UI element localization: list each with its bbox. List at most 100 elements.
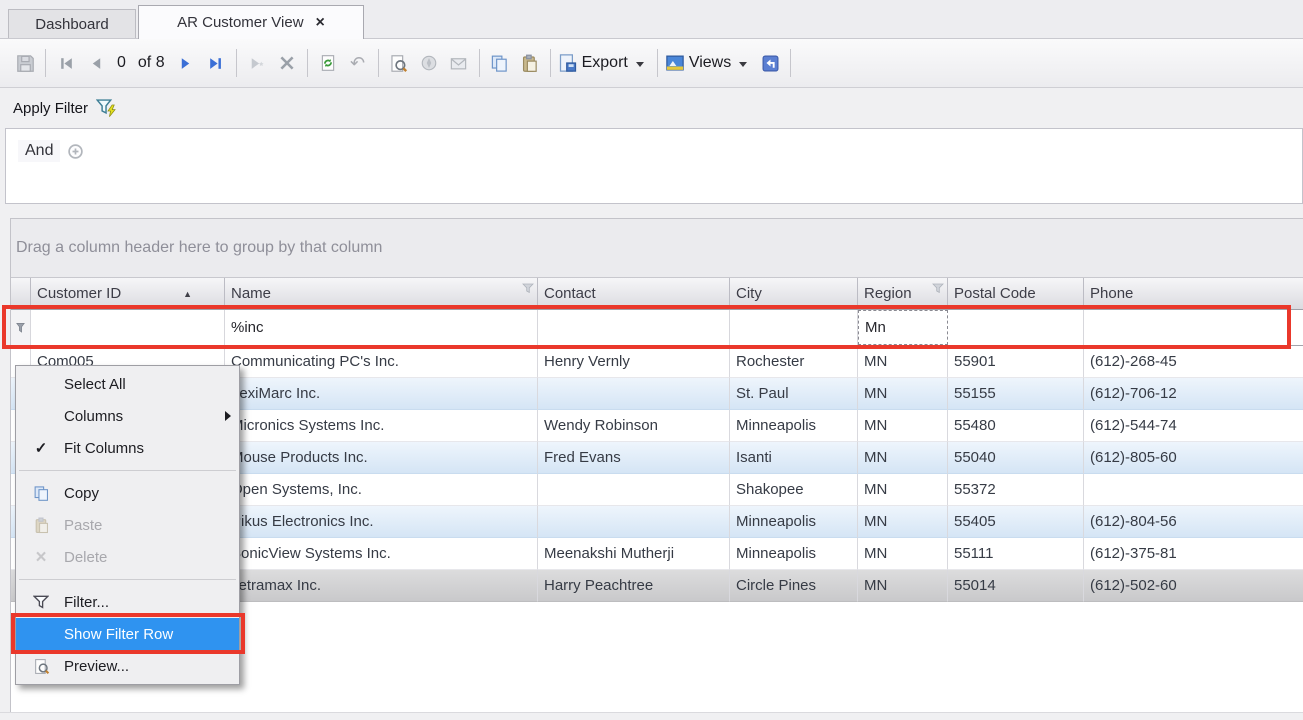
filter-cell-postal_code[interactable] [948,310,1084,345]
menu-item-delete[interactable]: ×Delete [16,541,239,573]
paste-button[interactable] [517,49,543,77]
cell-region[interactable]: MN [858,474,948,506]
cell-name[interactable]: Tetramax Inc. [225,570,538,602]
export-dropdown-icon[interactable] [636,62,644,67]
cell-phone[interactable]: (612)-804-56 [1084,506,1303,538]
cell-name[interactable]: Micronics Systems Inc. [225,410,538,442]
column-header-city[interactable]: City [730,278,858,309]
export-button[interactable]: Export [558,53,650,73]
cell-postal_code[interactable]: 55372 [948,474,1084,506]
cell-region[interactable]: MN [858,442,948,474]
menu-item-fit-columns[interactable]: ✓Fit Columns [16,432,239,464]
column-header-customer_id[interactable]: Customer ID▲ [31,278,225,309]
undo-button[interactable]: ↶ [345,49,371,77]
filter-cell-phone[interactable] [1084,310,1303,345]
views-dropdown-icon[interactable] [739,62,747,67]
column-filter-icon[interactable] [932,283,944,294]
column-header-region[interactable]: Region [858,278,948,309]
previous-record-button[interactable] [83,49,109,77]
cell-city[interactable]: Rochester [730,346,858,378]
cell-phone[interactable]: (612)-502-60 [1084,570,1303,602]
cell-contact[interactable]: Fred Evans [538,442,730,474]
cell-postal_code[interactable]: 55480 [948,410,1084,442]
circle-plus-icon[interactable] [67,143,84,160]
cell-region[interactable]: MN [858,378,948,410]
filter-cell-customer_id[interactable] [31,310,225,345]
views-button[interactable]: Views [665,53,753,73]
column-header-postal_code[interactable]: Postal Code [948,278,1084,309]
cell-phone[interactable]: (612)-268-45 [1084,346,1303,378]
first-record-button[interactable] [53,49,79,77]
filter-cell-region[interactable]: Mn [858,310,948,345]
delete-record-button[interactable] [274,49,300,77]
tab-ar-customer-view[interactable]: AR Customer View × [138,5,364,39]
cell-name[interactable]: Communicating PC's Inc. [225,346,538,378]
cell-city[interactable]: Minneapolis [730,538,858,570]
refresh-button[interactable] [315,49,341,77]
cell-contact[interactable]: Wendy Robinson [538,410,730,442]
cell-region[interactable]: MN [858,570,948,602]
cell-name[interactable]: Open Systems, Inc. [225,474,538,506]
column-header-contact[interactable]: Contact [538,278,730,309]
menu-item-preview[interactable]: Preview... [16,650,239,682]
menu-item-select-all[interactable]: Select All [16,368,239,400]
cell-city[interactable]: Isanti [730,442,858,474]
cell-city[interactable]: Circle Pines [730,570,858,602]
cell-phone[interactable]: (612)-706-12 [1084,378,1303,410]
copy-button[interactable] [487,49,513,77]
tab-dashboard[interactable]: Dashboard [8,9,136,39]
next-record-button[interactable] [173,49,199,77]
column-filter-icon[interactable] [522,283,534,294]
cell-contact[interactable] [538,474,730,506]
cell-postal_code[interactable]: 55014 [948,570,1084,602]
column-header-name[interactable]: Name [225,278,538,309]
last-record-button[interactable] [203,49,229,77]
cell-city[interactable]: Minneapolis [730,410,858,442]
cell-phone[interactable]: (612)-544-74 [1084,410,1303,442]
cell-city[interactable]: Minneapolis [730,506,858,538]
menu-item-filter[interactable]: Filter... [16,586,239,618]
filter-cell-city[interactable] [730,310,858,345]
print-preview-button[interactable] [386,49,412,77]
cell-phone[interactable] [1084,474,1303,506]
cell-postal_code[interactable]: 55901 [948,346,1084,378]
cell-contact[interactable] [538,378,730,410]
cell-postal_code[interactable]: 55111 [948,538,1084,570]
menu-item-copy[interactable]: Copy [16,477,239,509]
cell-name[interactable]: SonicView Systems Inc. [225,538,538,570]
cell-contact[interactable]: Henry Vernly [538,346,730,378]
cell-name[interactable]: LexiMarc Inc. [225,378,538,410]
cell-name[interactable]: Pikus Electronics Inc. [225,506,538,538]
filter-operator[interactable]: And [18,140,60,162]
filter-row-indicator[interactable] [11,310,31,345]
tab-close-icon[interactable]: × [316,15,325,31]
filter-cell-name[interactable]: %inc [225,310,538,345]
save-button[interactable] [12,49,38,77]
help-button[interactable] [416,49,442,77]
cell-postal_code[interactable]: 55405 [948,506,1084,538]
cell-phone[interactable]: (612)-375-81 [1084,538,1303,570]
cell-postal_code[interactable]: 55155 [948,378,1084,410]
cell-region[interactable]: MN [858,410,948,442]
menu-item-paste[interactable]: Paste [16,509,239,541]
insert-record-button[interactable] [244,49,270,77]
cell-contact[interactable]: Meenakshi Mutherji [538,538,730,570]
filter-cell-contact[interactable] [538,310,730,345]
cell-region[interactable]: MN [858,346,948,378]
cell-city[interactable]: Shakopee [730,474,858,506]
menu-item-columns[interactable]: Columns [16,400,239,432]
cell-phone[interactable]: (612)-805-60 [1084,442,1303,474]
column-header-phone[interactable]: Phone [1084,278,1303,309]
cell-postal_code[interactable]: 55040 [948,442,1084,474]
cell-name[interactable]: Mouse Products Inc. [225,442,538,474]
filter-lightning-icon[interactable] [96,98,118,118]
menu-item-show-filter-row[interactable]: Show Filter Row [16,618,239,650]
cell-contact[interactable] [538,506,730,538]
cell-region[interactable]: MN [858,506,948,538]
group-by-panel[interactable]: Drag a column header here to group by th… [11,219,1303,277]
email-button[interactable] [446,49,472,77]
return-button[interactable] [757,49,783,77]
cell-contact[interactable]: Harry Peachtree [538,570,730,602]
cell-city[interactable]: St. Paul [730,378,858,410]
cell-region[interactable]: MN [858,538,948,570]
